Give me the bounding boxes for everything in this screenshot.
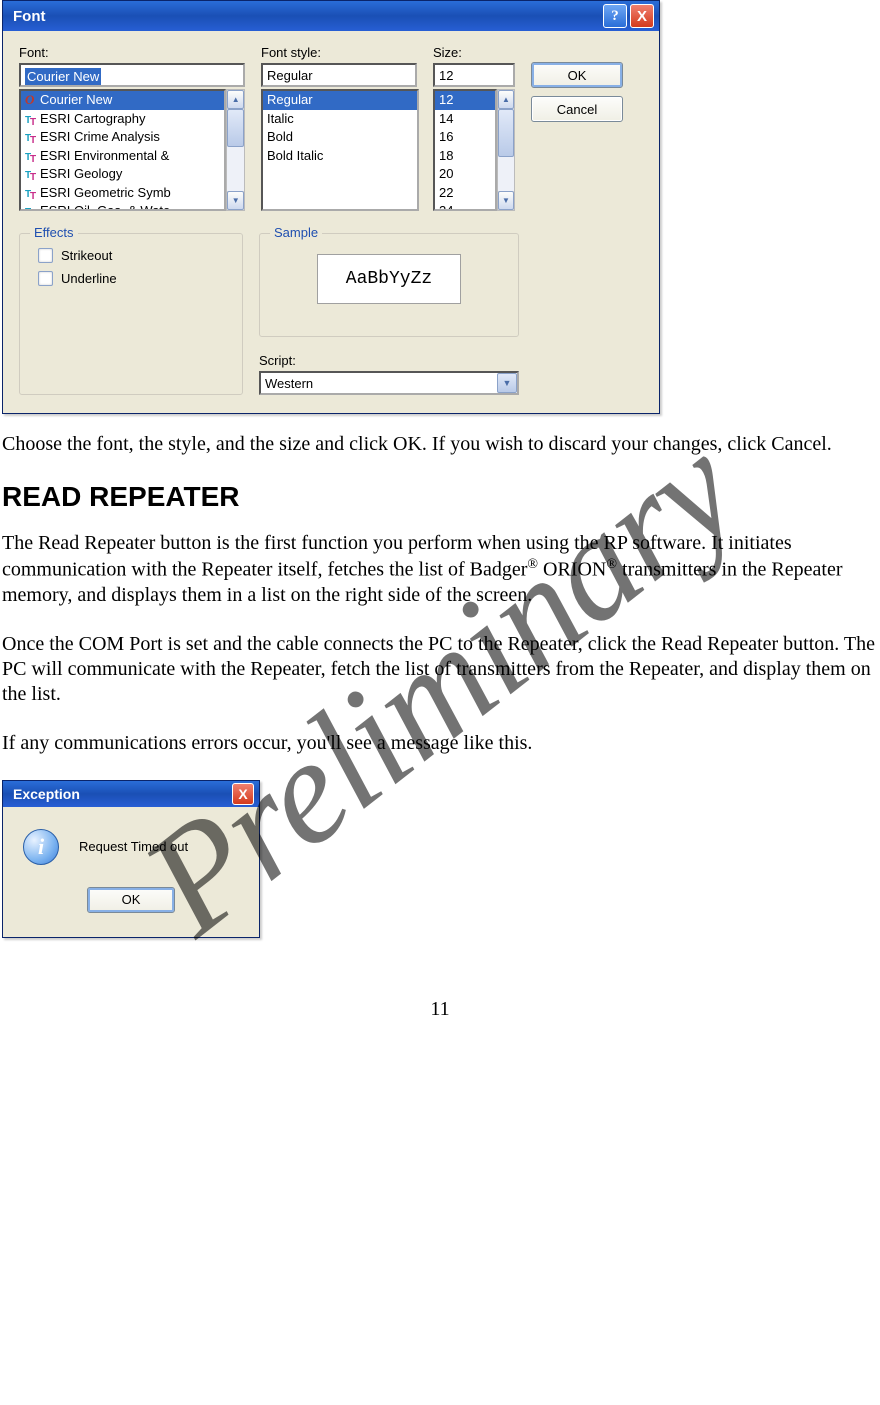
size-list-item[interactable]: 14 xyxy=(435,110,495,129)
script-select[interactable]: Western ▼ xyxy=(259,371,519,395)
page-number: 11 xyxy=(2,998,878,1021)
sample-text: AaBbYyZz xyxy=(317,254,461,304)
style-list-item[interactable]: Regular xyxy=(263,91,417,110)
font-list-item[interactable]: ESRI Crime Analysis xyxy=(21,128,224,147)
font-list-item[interactable]: ESRI Geometric Symb xyxy=(21,184,224,203)
scroll-down-icon[interactable]: ▼ xyxy=(498,191,514,210)
font-list-item[interactable]: OCourier New xyxy=(21,91,224,110)
effects-label: Effects xyxy=(30,225,78,240)
truetype-icon xyxy=(25,169,37,179)
opentype-icon: O xyxy=(25,95,37,105)
effects-group: Effects Strikeout Underline xyxy=(19,233,243,395)
size-list-item[interactable]: 22 xyxy=(435,184,495,203)
style-label: Font style: xyxy=(261,45,417,60)
size-list-item[interactable]: 18 xyxy=(435,147,495,166)
paragraph: Choose the font, the style, and the size… xyxy=(2,432,878,457)
chevron-down-icon: ▼ xyxy=(497,373,517,393)
exception-dialog: Exception X i Request Timed out OK xyxy=(2,780,260,938)
style-list-item[interactable]: Bold Italic xyxy=(263,147,417,166)
underline-checkbox[interactable]: Underline xyxy=(38,271,224,286)
truetype-icon xyxy=(25,132,37,142)
exception-title: Exception xyxy=(13,786,80,802)
scroll-thumb[interactable] xyxy=(227,109,244,147)
scroll-thumb[interactable] xyxy=(498,109,514,157)
size-label: Size: xyxy=(433,45,515,60)
scroll-down-icon[interactable]: ▼ xyxy=(227,191,244,210)
font-list-item[interactable]: ESRI Oil, Gas, & Wate xyxy=(21,202,224,211)
ok-button[interactable]: OK xyxy=(531,62,623,88)
checkbox-icon xyxy=(38,271,53,286)
truetype-icon xyxy=(25,188,37,198)
font-list-scrollbar[interactable]: ▲ ▼ xyxy=(226,89,245,211)
truetype-icon xyxy=(25,206,37,211)
font-dialog: Font ? X Font: Courier New OCourier New … xyxy=(2,0,660,414)
paragraph: The Read Repeater button is the first fu… xyxy=(2,531,878,608)
scroll-up-icon[interactable]: ▲ xyxy=(227,90,244,109)
style-input[interactable]: Regular xyxy=(261,63,417,87)
style-list-item[interactable]: Bold xyxy=(263,128,417,147)
exception-titlebar[interactable]: Exception X xyxy=(3,781,259,807)
font-dialog-title: Font xyxy=(13,8,45,25)
strikeout-checkbox[interactable]: Strikeout xyxy=(38,248,224,263)
size-list-item[interactable]: 12 xyxy=(435,91,495,110)
size-list-item[interactable]: 20 xyxy=(435,165,495,184)
size-list-item[interactable]: 16 xyxy=(435,128,495,147)
cancel-button[interactable]: Cancel xyxy=(531,96,623,122)
checkbox-icon xyxy=(38,248,53,263)
size-input[interactable]: 12 xyxy=(433,63,515,87)
sample-label: Sample xyxy=(270,225,322,240)
font-list-item[interactable]: ESRI Geology xyxy=(21,165,224,184)
font-list-item[interactable]: ESRI Environmental & xyxy=(21,147,224,166)
size-list-scrollbar[interactable]: ▲ ▼ xyxy=(497,89,515,211)
exception-message: Request Timed out xyxy=(79,839,188,854)
style-list-item[interactable]: Italic xyxy=(263,110,417,129)
truetype-icon xyxy=(25,114,37,124)
help-button[interactable]: ? xyxy=(603,4,627,28)
info-icon: i xyxy=(23,829,59,865)
close-button[interactable]: X xyxy=(630,4,654,28)
exception-ok-button[interactable]: OK xyxy=(87,887,175,913)
size-list-item[interactable]: 24 xyxy=(435,202,495,211)
paragraph: Once the COM Port is set and the cable c… xyxy=(2,632,878,707)
size-list[interactable]: 12 14 16 18 20 22 24 xyxy=(433,89,497,211)
truetype-icon xyxy=(25,151,37,161)
font-list-item[interactable]: ESRI Cartography xyxy=(21,110,224,129)
close-button[interactable]: X xyxy=(232,783,254,805)
style-list[interactable]: Regular Italic Bold Bold Italic xyxy=(261,89,419,211)
font-input[interactable]: Courier New xyxy=(19,63,245,87)
font-dialog-titlebar[interactable]: Font ? X xyxy=(3,1,659,31)
font-list[interactable]: OCourier New ESRI Cartography ESRI Crime… xyxy=(19,89,226,211)
script-label: Script: xyxy=(259,353,519,368)
scroll-up-icon[interactable]: ▲ xyxy=(498,90,514,109)
sample-group: Sample AaBbYyZz xyxy=(259,233,519,337)
heading-read-repeater: READ REPEATER xyxy=(2,481,878,513)
paragraph: If any communications errors occur, you'… xyxy=(2,731,878,756)
font-label: Font: xyxy=(19,45,245,60)
